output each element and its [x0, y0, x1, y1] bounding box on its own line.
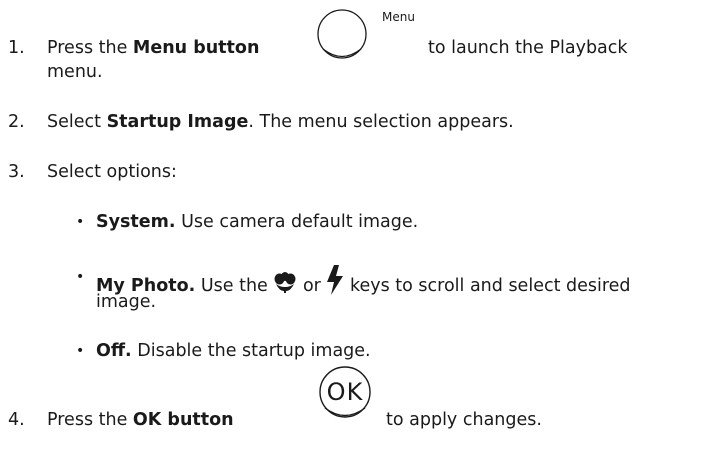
bullet: • — [76, 214, 85, 230]
ok-button-icon: OK — [318, 366, 372, 420]
bullet: • — [76, 343, 85, 359]
step-text: Press the — [47, 410, 133, 430]
step-1-text: Press the Menu button — [47, 36, 259, 60]
step-text: Select options: — [47, 162, 177, 182]
step-number: 2. — [8, 112, 25, 132]
option-label: Off. — [96, 341, 132, 361]
option-description: Disable the startup image. — [131, 341, 371, 361]
macro-flower-icon — [274, 272, 296, 293]
step-text: Press the — [47, 38, 133, 58]
ok-icon-label: OK — [326, 378, 364, 406]
step-text: . The menu selection appears. — [248, 112, 514, 132]
ok-button-label: OK button — [132, 410, 234, 430]
step-text: Select — [47, 112, 107, 132]
step-number: 1. — [8, 38, 25, 58]
option-description: keys to scroll and select desired — [344, 276, 631, 296]
step-text: to apply changes. — [386, 410, 542, 430]
menu-button-label: Menu button — [132, 38, 260, 58]
menu-button-caption: Menu — [382, 10, 415, 24]
step-number: 4. — [8, 410, 25, 430]
option-description: or — [297, 276, 327, 296]
option-description-continuation: image. — [96, 292, 157, 312]
option-text: My Photo. Use the or keys to scroll and … — [96, 265, 631, 298]
step-text-continuation: menu. — [47, 62, 103, 82]
option-description: Use camera default image. — [175, 212, 419, 232]
step-4-text: Press the OK button — [47, 408, 234, 432]
step-2-text: Select Startup Image. The menu selection… — [47, 110, 514, 134]
startup-image-label: Startup Image — [106, 112, 249, 132]
step-number: 3. — [8, 162, 25, 182]
bullet: • — [76, 269, 85, 285]
menu-button-icon — [317, 9, 367, 59]
option-text: Off. Disable the startup image. — [96, 339, 371, 363]
option-description: Use the — [195, 276, 274, 296]
option-label: System. — [96, 212, 176, 232]
flash-bolt-icon — [327, 265, 344, 295]
step-text: to launch the Playback — [428, 38, 628, 58]
option-text: System. Use camera default image. — [96, 210, 418, 234]
